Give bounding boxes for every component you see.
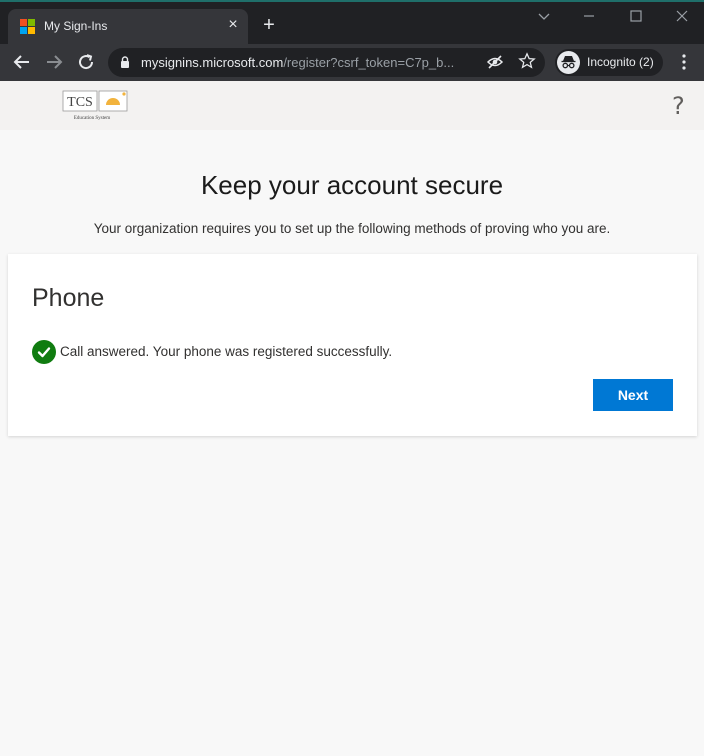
incognito-indicator[interactable]: Incognito (2) [555,49,663,76]
phone-method-card: Phone Call answered. Your phone was regi… [8,254,697,436]
page-subtitle: Your organization requires you to set up… [93,221,611,236]
status-message: Call answered. Your phone was registered… [60,344,393,359]
minimize-icon[interactable] [579,6,599,26]
next-button[interactable]: Next [593,379,673,411]
tab-title: My Sign-Ins [44,19,108,33]
browser-tab-strip: My Sign-Ins × + [0,0,704,44]
incognito-label: Incognito (2) [587,55,654,69]
url-text[interactable]: mysignins.microsoft.com/register?csrf_to… [141,55,481,70]
incognito-icon [557,51,580,74]
browser-tab[interactable]: My Sign-Ins × [8,9,248,44]
help-icon[interactable]: ? [672,92,685,120]
url-path: /register?csrf_token=C7p_b... [283,55,455,70]
organization-logo: TCS Education System [62,90,128,121]
browser-menu-icon[interactable] [676,52,692,72]
tracking-blocked-eye-icon[interactable] [486,53,504,71]
tab-close-icon[interactable]: × [224,16,242,34]
maximize-icon[interactable] [626,6,646,26]
reload-icon[interactable] [74,50,98,74]
microsoft-logo-icon [20,19,36,35]
close-window-icon[interactable] [672,6,692,26]
back-icon[interactable] [10,50,34,74]
logo-text: TCS [67,95,93,110]
address-bar[interactable]: mysignins.microsoft.com/register?csrf_to… [108,48,545,77]
card-title: Phone [32,284,105,312]
success-check-icon [32,340,56,364]
logo-subtext: Education System [74,116,110,121]
url-host: mysignins.microsoft.com [141,55,284,70]
page-title: Keep your account secure [200,170,504,200]
tab-search-icon[interactable] [534,6,554,26]
lock-icon[interactable] [118,55,132,69]
bookmark-star-icon[interactable] [518,52,536,70]
page-header: TCS Education System ? [0,81,704,130]
forward-icon[interactable] [42,50,66,74]
new-tab-button[interactable]: + [258,14,280,36]
browser-toolbar: mysignins.microsoft.com/register?csrf_to… [0,44,704,81]
window-accent-bar [0,0,704,2]
